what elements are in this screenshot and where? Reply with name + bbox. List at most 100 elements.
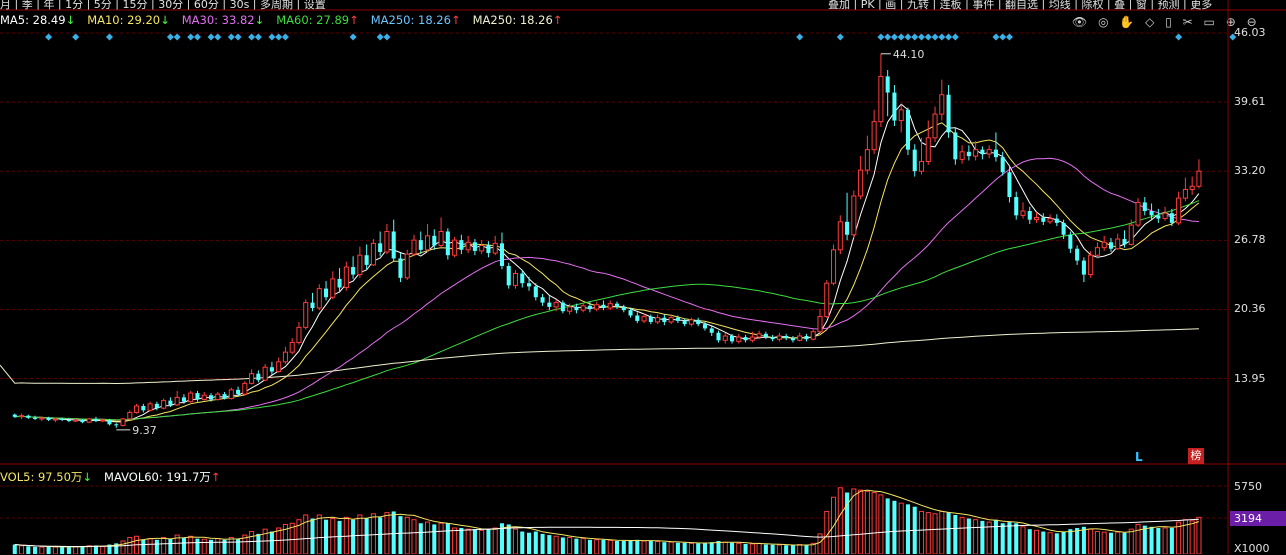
candle-body <box>1014 197 1019 216</box>
candle-body <box>580 305 586 311</box>
volume-bar <box>946 512 951 554</box>
candle-body <box>73 419 79 422</box>
volume-bar <box>147 538 153 554</box>
signal-diamond <box>931 33 939 41</box>
candle-body <box>289 341 295 353</box>
candle-body <box>404 253 410 279</box>
signal-diamond <box>227 33 235 41</box>
volume-bar <box>249 531 255 554</box>
candle-body <box>1176 197 1182 224</box>
signal-diamond <box>275 33 283 41</box>
signal-diamond <box>106 33 113 41</box>
candle-body <box>662 317 667 322</box>
signal-diamond <box>999 33 1007 41</box>
volume-bar <box>763 544 768 554</box>
volume-bar <box>878 494 884 554</box>
volume-bar <box>527 532 532 554</box>
volume-bar <box>837 487 843 554</box>
candle-body <box>871 121 877 151</box>
candle-body <box>730 335 735 342</box>
volume-bar <box>66 546 71 554</box>
candle-body <box>174 396 180 406</box>
candle-body <box>236 389 241 395</box>
ma250-line <box>0 328 1199 385</box>
signal-diamond <box>1175 33 1183 41</box>
volume-bar <box>898 502 904 554</box>
volume-bar <box>790 545 795 554</box>
vol-legend-item: VOL5: 97.50万↓ <box>0 470 93 484</box>
volume-bar <box>784 545 789 554</box>
volume-bar <box>560 537 565 554</box>
volume-bar <box>925 512 931 554</box>
ma-line <box>14 200 1200 421</box>
candle-body <box>1115 238 1121 250</box>
candle-body <box>939 94 945 115</box>
signal-diamond <box>897 33 905 41</box>
candle-body <box>1182 189 1188 199</box>
volume-bar <box>141 539 146 554</box>
volume-bar <box>635 539 640 554</box>
candle-body <box>682 320 687 325</box>
signal-diamond <box>918 33 925 41</box>
candle-body <box>66 419 71 422</box>
candle-body <box>851 195 857 236</box>
marker-l[interactable]: L <box>1135 450 1143 464</box>
candle-body <box>351 267 356 275</box>
candle-body <box>567 306 573 312</box>
volume-bar <box>1075 527 1080 554</box>
candle-body <box>716 332 721 341</box>
signal-diamond <box>234 33 242 41</box>
candle-body <box>445 231 450 256</box>
volume-bar <box>256 533 261 554</box>
candle-body <box>1169 213 1174 223</box>
volume-bar <box>52 546 58 554</box>
candle-body <box>655 317 661 323</box>
volume-bar <box>932 513 938 554</box>
volume-bar <box>864 490 870 554</box>
candle-body <box>641 316 647 322</box>
volume-bar <box>1101 531 1107 554</box>
candle-body <box>26 415 31 418</box>
candle-body <box>688 319 694 325</box>
signal-diamond <box>281 33 289 41</box>
candle-body <box>134 405 140 413</box>
candle-body <box>256 373 261 381</box>
volume-bar <box>337 520 342 554</box>
candle-body <box>316 288 322 309</box>
signal-diamond <box>884 33 892 41</box>
candle-body <box>12 414 17 417</box>
price-tick-label: 39.61 <box>1234 95 1266 109</box>
signal-diamond <box>890 33 898 41</box>
volume-bar <box>614 540 620 554</box>
volume-bar <box>1061 531 1066 554</box>
candle-body <box>188 392 194 403</box>
volume-bar <box>316 514 322 554</box>
candle-body <box>993 149 998 158</box>
candle-body <box>93 418 98 422</box>
volume-bar <box>1054 533 1059 554</box>
volume-bar <box>1094 531 1100 554</box>
candle-body <box>553 302 559 308</box>
volume-bar <box>303 514 309 554</box>
volume-bar <box>607 539 613 554</box>
candle-body <box>763 333 768 338</box>
volume-bar <box>60 547 65 554</box>
volume-bar <box>1162 527 1168 554</box>
volume-bar <box>804 545 809 554</box>
volume-bar <box>743 543 748 554</box>
candle-body <box>242 382 248 395</box>
volume-bar <box>1068 529 1073 554</box>
volume-bar <box>905 504 910 554</box>
candle-body <box>208 395 214 400</box>
candle-body <box>418 240 423 250</box>
candle-body <box>885 76 890 93</box>
marker-bang[interactable]: 榜 <box>1188 448 1204 464</box>
volume-bar <box>228 536 234 554</box>
volume-bar <box>161 536 167 554</box>
candle-body <box>743 337 748 341</box>
volume-bar <box>980 520 985 554</box>
candle-body <box>520 273 525 284</box>
volume-bar <box>391 511 396 554</box>
candle-body <box>228 389 234 399</box>
volume-bar <box>696 543 701 554</box>
